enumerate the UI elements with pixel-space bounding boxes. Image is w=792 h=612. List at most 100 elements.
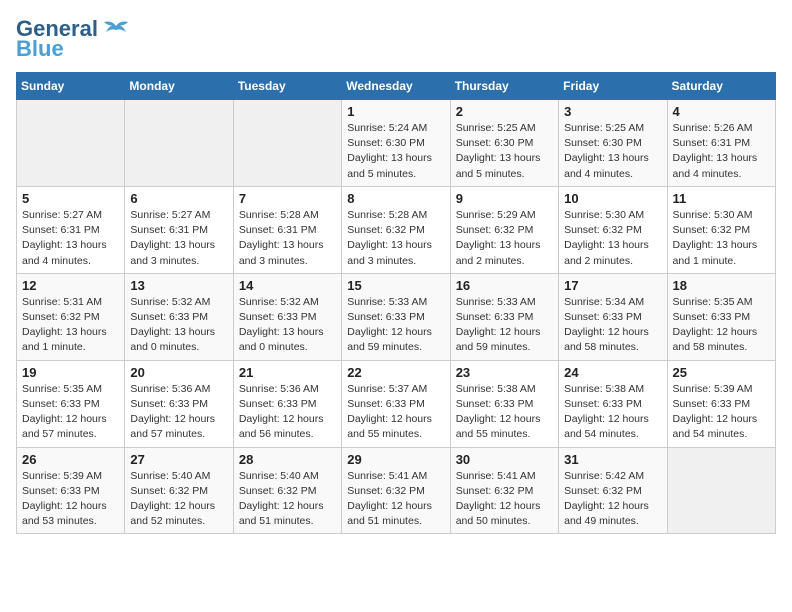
day-number: 10 bbox=[564, 191, 661, 206]
day-info: Sunrise: 5:33 AMSunset: 6:33 PMDaylight:… bbox=[456, 295, 553, 356]
day-info: Sunrise: 5:28 AMSunset: 6:31 PMDaylight:… bbox=[239, 208, 336, 269]
calendar-cell: 31 Sunrise: 5:42 AMSunset: 6:32 PMDayligh… bbox=[559, 447, 667, 534]
day-info: Sunrise: 5:40 AMSunset: 6:32 PMDaylight:… bbox=[130, 469, 227, 530]
calendar-cell: 10 Sunrise: 5:30 AMSunset: 6:32 PMDayligh… bbox=[559, 186, 667, 273]
day-number: 27 bbox=[130, 452, 227, 467]
col-header-thursday: Thursday bbox=[450, 73, 558, 100]
day-info: Sunrise: 5:32 AMSunset: 6:33 PMDaylight:… bbox=[130, 295, 227, 356]
calendar-cell: 27 Sunrise: 5:40 AMSunset: 6:32 PMDayligh… bbox=[125, 447, 233, 534]
calendar-cell: 3Sunrise: 5:25 AMSunset: 6:30 PMDaylight… bbox=[559, 100, 667, 187]
day-number: 17 bbox=[564, 278, 661, 293]
day-info: Sunrise: 5:42 AMSunset: 6:32 PMDaylight:… bbox=[564, 469, 661, 530]
day-number: 21 bbox=[239, 365, 336, 380]
day-number: 31 bbox=[564, 452, 661, 467]
col-header-saturday: Saturday bbox=[667, 73, 775, 100]
day-number: 15 bbox=[347, 278, 444, 293]
day-number: 18 bbox=[673, 278, 770, 293]
week-row-3: 12Sunrise: 5:31 AMSunset: 6:32 PMDayligh… bbox=[17, 273, 776, 360]
day-info: Sunrise: 5:41 AMSunset: 6:32 PMDaylight:… bbox=[456, 469, 553, 530]
calendar-cell: 1 Sunrise: 5:24 AMSunset: 6:30 PMDaylight… bbox=[342, 100, 450, 187]
calendar-cell: 17 Sunrise: 5:34 AMSunset: 6:33 PMDayligh… bbox=[559, 273, 667, 360]
day-number: 7 bbox=[239, 191, 336, 206]
day-number: 23 bbox=[456, 365, 553, 380]
calendar-cell: 11 Sunrise: 5:30 AMSunset: 6:32 PMDayligh… bbox=[667, 186, 775, 273]
calendar-cell: 19 Sunrise: 5:35 AMSunset: 6:33 PMDayligh… bbox=[17, 360, 125, 447]
calendar-cell: 29 Sunrise: 5:41 AMSunset: 6:32 PMDayligh… bbox=[342, 447, 450, 534]
day-info: Sunrise: 5:26 AMSunset: 6:31 PMDaylight:… bbox=[673, 121, 770, 182]
day-info: Sunrise: 5:30 AMSunset: 6:32 PMDaylight:… bbox=[564, 208, 661, 269]
day-number: 1 bbox=[347, 104, 444, 119]
day-number: 3 bbox=[564, 104, 661, 119]
day-info: Sunrise: 5:27 AMSunset: 6:31 PMDaylight:… bbox=[22, 208, 119, 269]
calendar-cell: 4Sunrise: 5:26 AMSunset: 6:31 PMDaylight… bbox=[667, 100, 775, 187]
calendar-cell: 15 Sunrise: 5:33 AMSunset: 6:33 PMDayligh… bbox=[342, 273, 450, 360]
day-number: 28 bbox=[239, 452, 336, 467]
day-number: 9 bbox=[456, 191, 553, 206]
day-info: Sunrise: 5:27 AMSunset: 6:31 PMDaylight:… bbox=[130, 208, 227, 269]
day-info: Sunrise: 5:30 AMSunset: 6:32 PMDaylight:… bbox=[673, 208, 770, 269]
calendar-cell bbox=[125, 100, 233, 187]
week-row-1: 1 Sunrise: 5:24 AMSunset: 6:30 PMDaylight… bbox=[17, 100, 776, 187]
calendar-cell: 30Sunrise: 5:41 AMSunset: 6:32 PMDayligh… bbox=[450, 447, 558, 534]
day-number: 20 bbox=[130, 365, 227, 380]
day-number: 19 bbox=[22, 365, 119, 380]
day-number: 2 bbox=[456, 104, 553, 119]
calendar-cell bbox=[667, 447, 775, 534]
day-info: Sunrise: 5:41 AMSunset: 6:32 PMDaylight:… bbox=[347, 469, 444, 530]
header: General Blue bbox=[16, 16, 776, 62]
day-info: Sunrise: 5:33 AMSunset: 6:33 PMDaylight:… bbox=[347, 295, 444, 356]
day-info: Sunrise: 5:38 AMSunset: 6:33 PMDaylight:… bbox=[456, 382, 553, 443]
day-info: Sunrise: 5:38 AMSunset: 6:33 PMDaylight:… bbox=[564, 382, 661, 443]
calendar-cell: 16 Sunrise: 5:33 AMSunset: 6:33 PMDayligh… bbox=[450, 273, 558, 360]
day-info: Sunrise: 5:36 AMSunset: 6:33 PMDaylight:… bbox=[239, 382, 336, 443]
calendar-cell: 5Sunrise: 5:27 AMSunset: 6:31 PMDaylight… bbox=[17, 186, 125, 273]
day-number: 14 bbox=[239, 278, 336, 293]
day-info: Sunrise: 5:36 AMSunset: 6:33 PMDaylight:… bbox=[130, 382, 227, 443]
calendar-cell: 6 Sunrise: 5:27 AMSunset: 6:31 PMDaylight… bbox=[125, 186, 233, 273]
day-info: Sunrise: 5:34 AMSunset: 6:33 PMDaylight:… bbox=[564, 295, 661, 356]
calendar-table: SundayMondayTuesdayWednesdayThursdayFrid… bbox=[16, 72, 776, 534]
week-row-5: 26 Sunrise: 5:39 AMSunset: 6:33 PMDayligh… bbox=[17, 447, 776, 534]
day-info: Sunrise: 5:25 AMSunset: 6:30 PMDaylight:… bbox=[456, 121, 553, 182]
day-info: Sunrise: 5:24 AMSunset: 6:30 PMDaylight:… bbox=[347, 121, 444, 182]
calendar-cell: 22Sunrise: 5:37 AMSunset: 6:33 PMDayligh… bbox=[342, 360, 450, 447]
calendar-cell: 26 Sunrise: 5:39 AMSunset: 6:33 PMDayligh… bbox=[17, 447, 125, 534]
calendar-cell: 21 Sunrise: 5:36 AMSunset: 6:33 PMDayligh… bbox=[233, 360, 341, 447]
day-info: Sunrise: 5:35 AMSunset: 6:33 PMDaylight:… bbox=[22, 382, 119, 443]
calendar-cell bbox=[233, 100, 341, 187]
day-number: 29 bbox=[347, 452, 444, 467]
calendar-cell: 9 Sunrise: 5:29 AMSunset: 6:32 PMDaylight… bbox=[450, 186, 558, 273]
day-info: Sunrise: 5:39 AMSunset: 6:33 PMDaylight:… bbox=[22, 469, 119, 530]
calendar-cell: 13 Sunrise: 5:32 AMSunset: 6:33 PMDayligh… bbox=[125, 273, 233, 360]
calendar-cell: 24 Sunrise: 5:38 AMSunset: 6:33 PMDayligh… bbox=[559, 360, 667, 447]
col-header-tuesday: Tuesday bbox=[233, 73, 341, 100]
day-number: 16 bbox=[456, 278, 553, 293]
calendar-cell: 7 Sunrise: 5:28 AMSunset: 6:31 PMDaylight… bbox=[233, 186, 341, 273]
day-info: Sunrise: 5:39 AMSunset: 6:33 PMDaylight:… bbox=[673, 382, 770, 443]
col-header-sunday: Sunday bbox=[17, 73, 125, 100]
calendar-cell: 23 Sunrise: 5:38 AMSunset: 6:33 PMDayligh… bbox=[450, 360, 558, 447]
calendar-cell: 12Sunrise: 5:31 AMSunset: 6:32 PMDayligh… bbox=[17, 273, 125, 360]
day-info: Sunrise: 5:32 AMSunset: 6:33 PMDaylight:… bbox=[239, 295, 336, 356]
calendar-cell: 20 Sunrise: 5:36 AMSunset: 6:33 PMDayligh… bbox=[125, 360, 233, 447]
day-number: 26 bbox=[22, 452, 119, 467]
logo: General Blue bbox=[16, 16, 130, 62]
day-number: 13 bbox=[130, 278, 227, 293]
calendar-cell: 25Sunrise: 5:39 AMSunset: 6:33 PMDayligh… bbox=[667, 360, 775, 447]
calendar-cell: 2 Sunrise: 5:25 AMSunset: 6:30 PMDaylight… bbox=[450, 100, 558, 187]
logo-bird-icon bbox=[102, 18, 130, 40]
day-number: 11 bbox=[673, 191, 770, 206]
day-number: 24 bbox=[564, 365, 661, 380]
week-row-2: 5Sunrise: 5:27 AMSunset: 6:31 PMDaylight… bbox=[17, 186, 776, 273]
day-info: Sunrise: 5:40 AMSunset: 6:32 PMDaylight:… bbox=[239, 469, 336, 530]
day-number: 8 bbox=[347, 191, 444, 206]
calendar-cell: 18 Sunrise: 5:35 AMSunset: 6:33 PMDayligh… bbox=[667, 273, 775, 360]
day-info: Sunrise: 5:29 AMSunset: 6:32 PMDaylight:… bbox=[456, 208, 553, 269]
calendar-cell: 14 Sunrise: 5:32 AMSunset: 6:33 PMDayligh… bbox=[233, 273, 341, 360]
col-header-monday: Monday bbox=[125, 73, 233, 100]
day-number: 22 bbox=[347, 365, 444, 380]
day-number: 6 bbox=[130, 191, 227, 206]
header-row: SundayMondayTuesdayWednesdayThursdayFrid… bbox=[17, 73, 776, 100]
day-info: Sunrise: 5:35 AMSunset: 6:33 PMDaylight:… bbox=[673, 295, 770, 356]
calendar-cell bbox=[17, 100, 125, 187]
